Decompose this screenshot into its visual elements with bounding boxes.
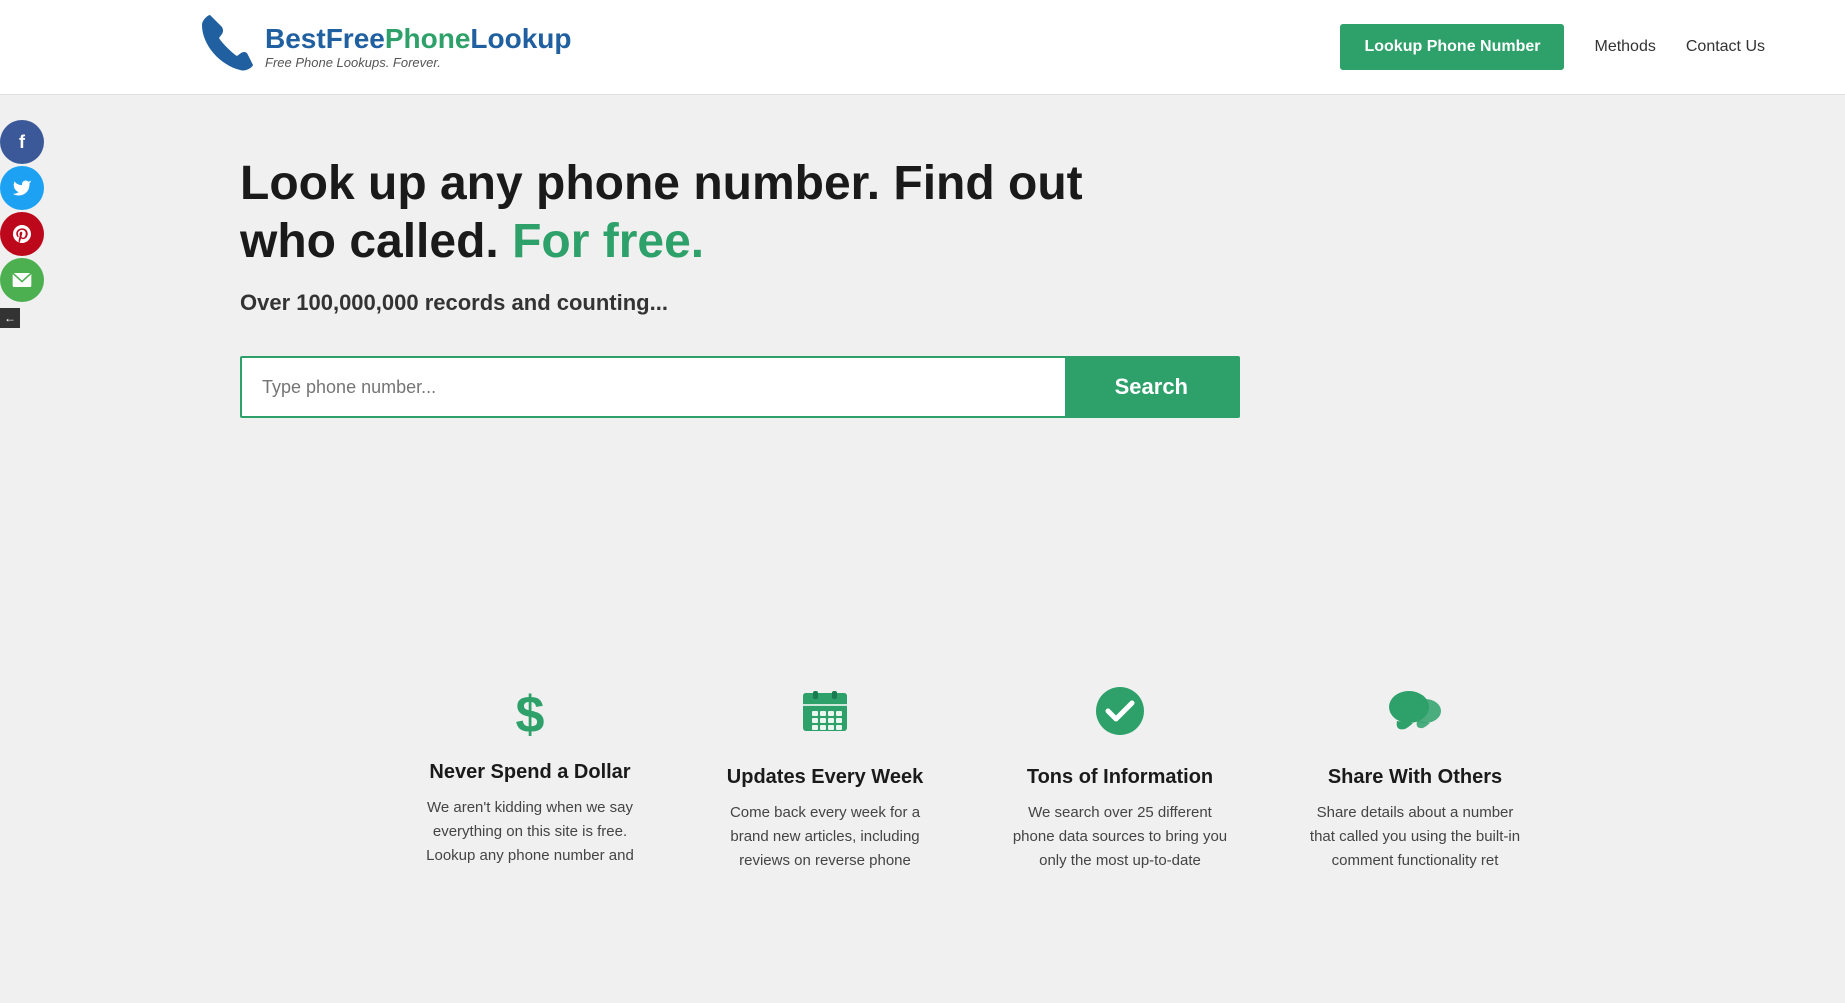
hero-free-text: For free. bbox=[512, 215, 704, 268]
logo-lookup-text: Lookup bbox=[470, 23, 571, 54]
phone-search-input[interactable] bbox=[242, 358, 1065, 416]
hero-subtext: Over 100,000,000 records and counting... bbox=[240, 290, 1765, 316]
calendar-icon bbox=[799, 685, 851, 750]
feature-title-updates: Updates Every Week bbox=[727, 766, 923, 789]
main-nav: Lookup Phone Number Methods Contact Us bbox=[1340, 24, 1765, 70]
feature-title-never-spend: Never Spend a Dollar bbox=[429, 761, 630, 784]
hero-headline: Look up any phone number. Find out who c… bbox=[240, 155, 1140, 270]
features-grid: $ Never Spend a Dollar We aren't kidding… bbox=[223, 635, 1623, 943]
phone-logo-icon bbox=[200, 10, 255, 84]
feature-desc-updates: Come back every week for a brand new art… bbox=[718, 801, 933, 873]
hero-section: Look up any phone number. Find out who c… bbox=[0, 95, 1845, 615]
features-section: $ Never Spend a Dollar We aren't kidding… bbox=[0, 615, 1845, 1003]
facebook-share-button[interactable]: f bbox=[0, 120, 44, 164]
sidebar-toggle-arrow[interactable]: ← bbox=[0, 308, 20, 328]
chat-icon bbox=[1387, 685, 1443, 750]
site-header: BestFreePhoneLookup Free Phone Lookups. … bbox=[0, 0, 1845, 95]
feature-title-tons-info: Tons of Information bbox=[1027, 766, 1213, 789]
feature-card-never-spend: $ Never Spend a Dollar We aren't kidding… bbox=[403, 675, 658, 883]
logo-free-text: Free bbox=[326, 23, 385, 54]
search-button[interactable]: Search bbox=[1065, 358, 1238, 416]
feature-desc-never-spend: We aren't kidding when we say everything… bbox=[423, 796, 638, 868]
twitter-share-button[interactable] bbox=[0, 166, 44, 210]
search-bar: Search bbox=[240, 356, 1240, 418]
check-icon bbox=[1094, 685, 1146, 750]
feature-card-share-others: Share With Others Share details about a … bbox=[1288, 675, 1543, 883]
email-share-button[interactable] bbox=[0, 258, 44, 302]
feature-card-tons-info: Tons of Information We search over 25 di… bbox=[993, 675, 1248, 883]
pinterest-share-button[interactable] bbox=[0, 212, 44, 256]
social-sidebar: f ← bbox=[0, 120, 44, 328]
feature-title-share-others: Share With Others bbox=[1328, 766, 1502, 789]
logo-tagline: Free Phone Lookups. Forever. bbox=[265, 55, 572, 70]
feature-card-updates: Updates Every Week Come back every week … bbox=[698, 675, 953, 883]
logo: BestFreePhoneLookup Free Phone Lookups. … bbox=[200, 10, 572, 84]
feature-desc-share-others: Share details about a number that called… bbox=[1308, 801, 1523, 873]
dollar-icon: $ bbox=[516, 685, 545, 745]
logo-phone-text: Phone bbox=[385, 23, 471, 54]
feature-desc-tons-info: We search over 25 different phone data s… bbox=[1013, 801, 1228, 873]
contact-us-link[interactable]: Contact Us bbox=[1686, 38, 1765, 56]
logo-best: Best bbox=[265, 23, 326, 54]
lookup-phone-button[interactable]: Lookup Phone Number bbox=[1340, 24, 1564, 70]
methods-link[interactable]: Methods bbox=[1594, 38, 1655, 56]
logo-text: BestFreePhoneLookup Free Phone Lookups. … bbox=[265, 24, 572, 70]
